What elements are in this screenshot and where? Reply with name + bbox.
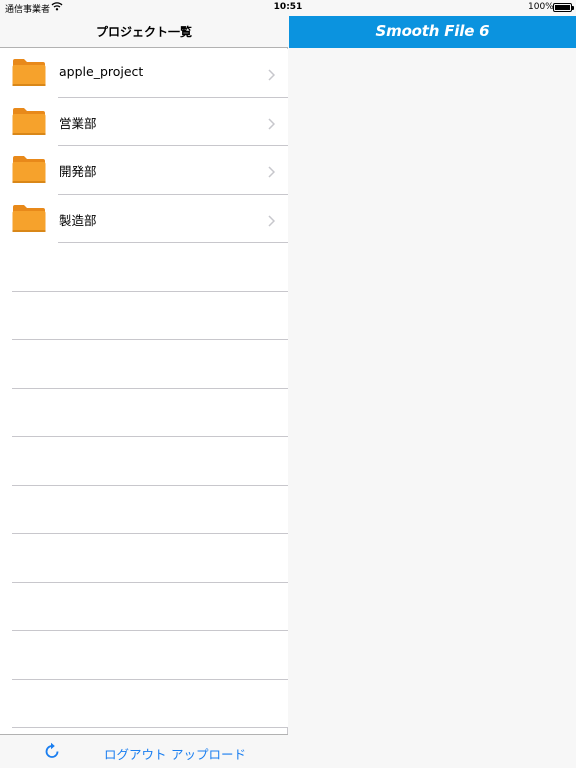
clock: 10:51	[273, 2, 303, 12]
folder-icon	[12, 107, 46, 136]
brand-header: Smooth File 6	[289, 16, 576, 48]
battery-percent: 100%	[528, 2, 554, 12]
page-title: プロジェクト一覧	[0, 16, 288, 48]
project-list: apple_project 営業部 開発部 製造部	[0, 49, 288, 728]
brand-logo: Smooth File 6	[375, 22, 490, 40]
empty-row	[0, 534, 288, 583]
empty-row	[0, 437, 288, 486]
empty-row	[0, 485, 288, 534]
empty-row	[0, 631, 288, 680]
logout-button[interactable]: ログアウト	[104, 744, 167, 763]
chevron-right-icon	[268, 212, 276, 227]
chevron-right-icon	[268, 66, 276, 81]
folder-name: 開発部	[59, 164, 97, 179]
list-item-folder[interactable]: apple_project	[0, 49, 288, 98]
list-item-folder[interactable]: 営業部	[0, 97, 288, 146]
battery-icon	[553, 3, 574, 12]
folder-icon	[12, 58, 46, 87]
chevron-right-icon	[268, 163, 276, 178]
empty-row	[0, 243, 288, 292]
upload-button[interactable]: アップロード	[171, 744, 246, 763]
folder-name: 製造部	[59, 212, 97, 228]
bottom-toolbar: ログアウト アップロード	[0, 734, 288, 768]
folder-name: 営業部	[59, 115, 97, 131]
empty-row	[0, 340, 288, 389]
detail-pane: Smooth File 6	[289, 16, 576, 768]
empty-row	[0, 679, 288, 728]
folder-icon	[12, 204, 46, 233]
project-list-pane: プロジェクト一覧 apple_project 営業部 開発部 製造部 ログアウト…	[0, 16, 288, 768]
refresh-icon[interactable]	[43, 742, 61, 761]
list-item-folder[interactable]: 開発部	[0, 146, 288, 195]
list-item-folder[interactable]: 製造部	[0, 194, 288, 243]
chevron-right-icon	[268, 115, 276, 130]
empty-row	[0, 291, 288, 340]
empty-row	[0, 582, 288, 631]
empty-row	[0, 388, 288, 437]
status-bar: 通信事業者 10:51 100%	[0, 0, 576, 16]
folder-icon	[12, 155, 46, 184]
folder-name: apple_project	[59, 64, 144, 79]
